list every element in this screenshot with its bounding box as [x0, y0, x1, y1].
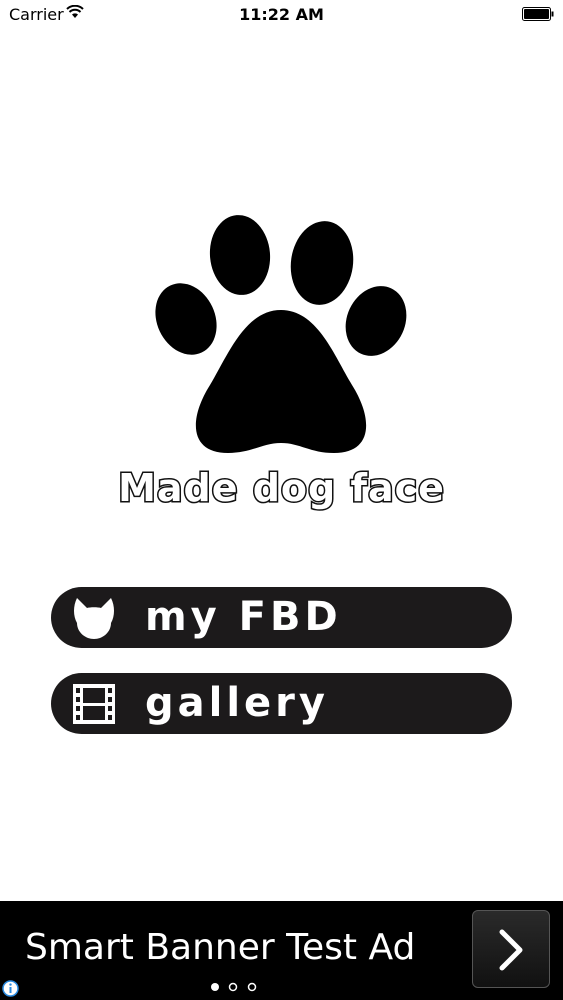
ad-open-button[interactable] [472, 910, 550, 988]
dog-face-icon [74, 598, 114, 639]
status-time: 11:22 AM [239, 5, 324, 24]
gallery-label: gallery [145, 680, 329, 726]
film-icon [73, 684, 115, 724]
page-indicator [211, 982, 257, 992]
my-fbd-label: my FBD [145, 594, 342, 640]
status-bar: Carrier 11:22 AM [0, 0, 563, 30]
gallery-button[interactable]: gallery [51, 673, 512, 734]
ad-banner[interactable]: Smart Banner Test Ad [0, 901, 563, 1000]
app-title: Made dog face [117, 465, 446, 512]
page-dot [228, 982, 238, 992]
paw-icon [155, 215, 407, 453]
info-icon[interactable] [2, 980, 19, 997]
battery-icon [522, 7, 554, 21]
page-dot [247, 982, 257, 992]
my-fbd-button[interactable]: my FBD [51, 587, 512, 648]
page-dot-active [211, 983, 219, 991]
ad-text: Smart Banner Test Ad [25, 927, 416, 968]
chevron-right-icon [499, 929, 523, 971]
